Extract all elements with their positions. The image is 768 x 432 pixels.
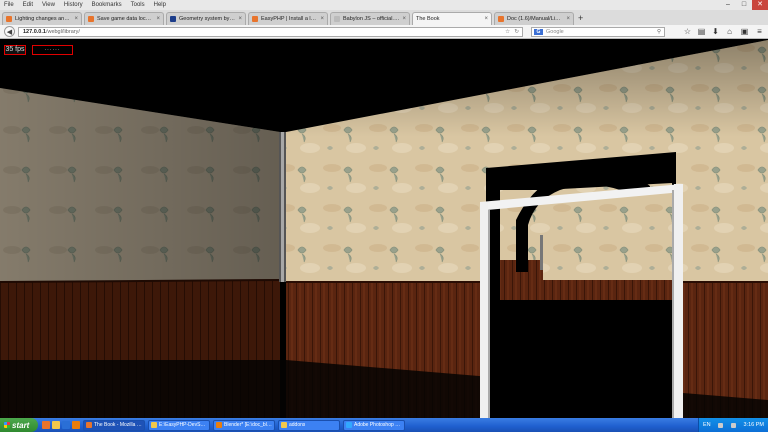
tab-bar: Lighting changes and Blender ...× Save g… bbox=[0, 10, 768, 25]
task-label: The Book - Mozilla Fir... bbox=[94, 422, 142, 428]
menu-edit[interactable]: Edit bbox=[23, 2, 33, 8]
menu-icon[interactable]: ≡ bbox=[755, 27, 764, 36]
menu-tools[interactable]: Tools bbox=[131, 2, 145, 8]
tab-save-game[interactable]: Save game data locally - Cod...× bbox=[84, 12, 164, 25]
address-bar[interactable]: 127.0.0.1/webgl/library/ ☆ ↻ bbox=[18, 27, 523, 37]
search-box[interactable]: G Google ⚲ bbox=[531, 27, 665, 37]
tab-easyphp[interactable]: EasyPHP | Install a local WAM...× bbox=[248, 12, 328, 25]
debug-box[interactable]: ...... bbox=[32, 45, 73, 55]
menu-bar: File Edit View History Bookmarks Tools H… bbox=[0, 0, 768, 10]
folder-quicklaunch-icon[interactable] bbox=[52, 421, 60, 429]
start-label: start bbox=[12, 420, 30, 430]
ie-quicklaunch-icon[interactable] bbox=[62, 421, 70, 429]
tab-close-icon[interactable]: × bbox=[74, 16, 78, 22]
task-firefox[interactable]: The Book - Mozilla Fir... bbox=[83, 419, 145, 431]
tray-icon[interactable] bbox=[718, 422, 724, 428]
blender-icon bbox=[216, 422, 222, 428]
tab-close-icon[interactable]: × bbox=[566, 16, 570, 22]
github-icon bbox=[170, 16, 176, 22]
close-button[interactable]: ✕ bbox=[752, 0, 768, 10]
folder-icon bbox=[281, 422, 287, 428]
minimize-button[interactable]: – bbox=[720, 0, 736, 10]
tab-title: Save game data locally - Cod... bbox=[97, 16, 154, 22]
firefox-icon bbox=[86, 422, 92, 428]
task-label: addons bbox=[289, 422, 306, 428]
tab-close-icon[interactable]: × bbox=[484, 16, 488, 22]
firefox-page-icon bbox=[6, 16, 12, 22]
photoshop-icon bbox=[346, 422, 352, 428]
search-icon[interactable]: ⚲ bbox=[657, 28, 661, 36]
language-indicator[interactable]: EN bbox=[703, 422, 711, 428]
start-button[interactable]: start bbox=[0, 418, 38, 432]
door-frame-left bbox=[480, 202, 488, 418]
bookmark-star-icon[interactable]: ☆ bbox=[683, 27, 692, 36]
url-host: 127.0.0.1 bbox=[23, 29, 46, 35]
tab-close-icon[interactable]: × bbox=[238, 16, 242, 22]
search-placeholder: Google bbox=[546, 29, 564, 35]
window-controls: – □ ✕ bbox=[720, 0, 768, 10]
system-tray: EN 3:16 PM bbox=[698, 418, 768, 432]
tab-close-icon[interactable]: × bbox=[156, 16, 160, 22]
page-icon bbox=[334, 16, 340, 22]
clock[interactable]: 3:16 PM bbox=[744, 422, 764, 428]
bookmarks-list-icon[interactable]: ▤ bbox=[697, 27, 706, 36]
door-frame-right bbox=[674, 184, 683, 418]
tab-title: Geometry system by gwenaell... bbox=[179, 16, 235, 22]
page-icon bbox=[252, 16, 258, 22]
new-tab-button[interactable]: + bbox=[578, 12, 583, 25]
tab-title: Doc (1.6)/Manual/Lighting/Ligh... bbox=[507, 16, 563, 22]
task-label: Adobe Photoshop CS... bbox=[354, 422, 402, 428]
tab-doc-manual[interactable]: Doc (1.6)/Manual/Lighting/Ligh...× bbox=[494, 12, 574, 25]
download-icon[interactable]: ⬇ bbox=[711, 27, 720, 36]
tab-close-icon[interactable]: × bbox=[402, 16, 406, 22]
tab-close-icon[interactable]: × bbox=[320, 16, 324, 22]
task-label: Blender* [E:\doc_ble... bbox=[224, 422, 272, 428]
room-render bbox=[0, 40, 768, 418]
firefox-quicklaunch-icon[interactable] bbox=[42, 421, 50, 429]
webgl-canvas[interactable] bbox=[0, 40, 768, 418]
windows-flag-icon bbox=[4, 422, 10, 428]
tab-title: EasyPHP | Install a local WAM... bbox=[261, 16, 317, 22]
addon-icon[interactable]: ▣ bbox=[740, 27, 749, 36]
task-blender[interactable]: Blender* [E:\doc_ble... bbox=[213, 419, 275, 431]
blender-icon bbox=[498, 16, 504, 22]
task-label: E:\EasyPHP-DevServ... bbox=[159, 422, 207, 428]
menu-bookmarks[interactable]: Bookmarks bbox=[92, 2, 122, 8]
tab-title: Babylon JS – official.babylon bbox=[343, 16, 399, 22]
url-path: /webgl/library/ bbox=[45, 29, 80, 35]
star-icon[interactable]: ☆ bbox=[505, 28, 510, 36]
tab-title: Lighting changes and Blender ... bbox=[15, 16, 71, 22]
home-icon[interactable]: ⌂ bbox=[725, 27, 734, 36]
task-explorer[interactable]: E:\EasyPHP-DevServ... bbox=[148, 419, 210, 431]
quick-launch bbox=[42, 421, 80, 429]
menu-file[interactable]: File bbox=[4, 2, 14, 8]
maximize-button[interactable]: □ bbox=[736, 0, 752, 10]
page-icon bbox=[88, 16, 94, 22]
tray-icon[interactable] bbox=[730, 422, 736, 428]
menu-help[interactable]: Help bbox=[154, 2, 166, 8]
navigation-bar: ◀ 127.0.0.1/webgl/library/ ☆ ↻ G Google … bbox=[0, 25, 768, 39]
back-button[interactable]: ◀ bbox=[4, 26, 15, 37]
fps-counter: 35 fps bbox=[4, 45, 26, 55]
reload-icon[interactable]: ↻ bbox=[514, 28, 519, 36]
windows-taskbar: start The Book - Mozilla Fir... E:\EasyP… bbox=[0, 418, 768, 432]
google-icon[interactable]: G bbox=[534, 29, 543, 35]
menu-view[interactable]: View bbox=[42, 2, 55, 8]
tab-title: The Book bbox=[416, 16, 440, 22]
menu-history[interactable]: History bbox=[64, 2, 83, 8]
tab-babylon[interactable]: Babylon JS – official.babylon× bbox=[330, 12, 410, 25]
task-addons[interactable]: addons bbox=[278, 419, 340, 431]
tab-the-book[interactable]: The Book × bbox=[412, 12, 492, 25]
folder-icon bbox=[151, 422, 157, 428]
tab-geometry[interactable]: Geometry system by gwenaell...× bbox=[166, 12, 246, 25]
task-photoshop[interactable]: Adobe Photoshop CS... bbox=[343, 419, 405, 431]
blender-quicklaunch-icon[interactable] bbox=[72, 421, 80, 429]
tab-lighting[interactable]: Lighting changes and Blender ...× bbox=[2, 12, 82, 25]
